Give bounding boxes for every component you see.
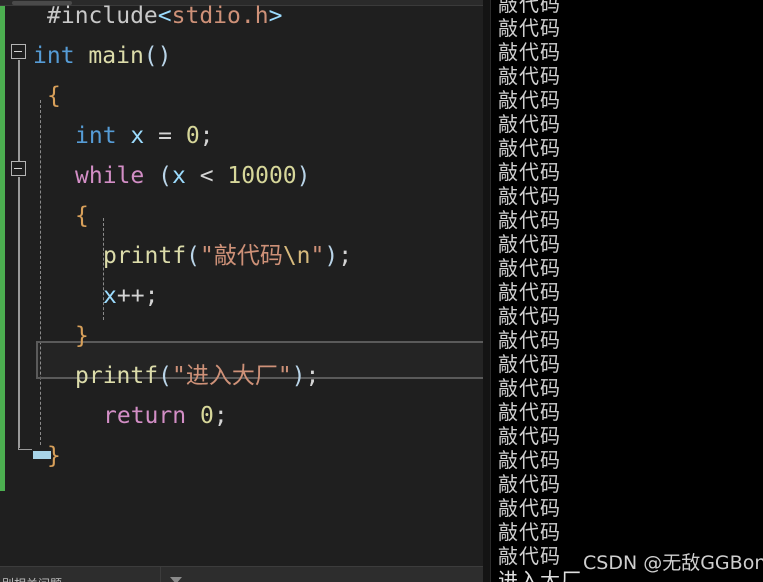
code-line[interactable]: int x = 0; — [0, 116, 483, 156]
code-token: 10000 — [227, 163, 297, 189]
code-line[interactable]: printf("进入大厂"); — [0, 356, 483, 396]
console-output-pane[interactable]: 敲代码 敲代码 敲代码 敲代码 敲代码 敲代码 敲代码 敲代码 敲代码 敲代码 敲代码 敲代码 敲代码敲… — [483, 0, 763, 582]
console-line: 敲代码 — [498, 352, 561, 376]
code-token: ++ — [116, 283, 145, 309]
code-line[interactable]: } — [0, 316, 483, 356]
code-line[interactable]: while (x < 10000) — [0, 156, 483, 196]
code-token: 0 — [199, 403, 214, 429]
code-token: ; — [144, 283, 159, 309]
code-token: } — [75, 323, 89, 349]
console-line: 敲代码 — [498, 256, 561, 280]
code-line[interactable]: int main() — [0, 36, 483, 76]
code-token: ) — [291, 363, 306, 389]
code-token: \n — [282, 243, 311, 269]
console-line: 敲代码 — [498, 136, 561, 160]
code-token: main — [88, 43, 144, 69]
code-token: ) — [296, 163, 311, 189]
editor-bottom-status-strip[interactable]: 别相关问题 — [0, 566, 483, 582]
code-token: " — [277, 363, 292, 389]
code-token: ( — [158, 363, 172, 389]
console-line: 敲代码 — [498, 64, 561, 88]
code-token: " — [199, 243, 214, 269]
console-line: 敲代码 — [498, 40, 561, 64]
code-line[interactable]: x++; — [0, 276, 483, 316]
code-token: < — [199, 163, 214, 189]
console-line: 敲代码 — [498, 280, 561, 304]
code-token: while — [75, 163, 145, 189]
console-line: 敲代码 — [498, 0, 561, 16]
code-editor-pane[interactable]: #include<stdio.h> int main(){int x = 0; wh… — [0, 0, 483, 582]
console-left-edge — [483, 0, 491, 582]
console-line: 敲代码 — [498, 184, 561, 208]
console-line: 敲代码 — [498, 88, 561, 112]
console-line-final: 进入大厂 — [498, 568, 582, 582]
code-token: ; — [213, 403, 228, 429]
code-token: < — [157, 3, 172, 29]
code-token: { — [47, 83, 61, 109]
console-output-text: 敲代码 敲代码 敲代码 敲代码 敲代码 敲代码 敲代码 敲代码 敲代码 敲代码 敲代码 敲代码 敲代码敲… — [498, 0, 582, 582]
code-token: > — [268, 3, 283, 29]
console-line: 敲代码 — [498, 496, 561, 520]
code-token: stdio.h — [171, 3, 269, 29]
code-token: " — [310, 243, 325, 269]
code-line[interactable]: } — [0, 436, 483, 476]
code-token: #include — [47, 3, 158, 29]
code-token: x — [103, 283, 117, 309]
console-line: 敲代码 — [498, 424, 561, 448]
console-line: 敲代码 — [498, 520, 561, 544]
console-line: 敲代码 — [498, 208, 561, 232]
code-token: printf — [75, 363, 159, 389]
status-strip-divider — [160, 567, 161, 582]
code-token: () — [143, 43, 172, 69]
console-line: 敲代码 — [498, 16, 561, 40]
code-line[interactable]: #include<stdio.h> — [0, 0, 483, 36]
code-token: { — [75, 203, 89, 229]
code-token: 进入大厂 — [185, 363, 278, 389]
code-token: ; — [338, 243, 353, 269]
code-line[interactable]: { — [0, 196, 483, 236]
console-line: 敲代码 — [498, 112, 561, 136]
code-line[interactable]: return 0; — [0, 396, 483, 436]
code-token: ( — [158, 163, 172, 189]
console-line: 敲代码 — [498, 544, 561, 568]
code-token: 敲代码 — [213, 243, 283, 269]
text-cursor-block — [33, 451, 51, 459]
code-token: ; — [199, 123, 214, 149]
console-line: 敲代码 — [498, 448, 561, 472]
console-line: 敲代码 — [498, 472, 561, 496]
console-line: 敲代码 — [498, 376, 561, 400]
csdn-watermark: CSDN @无敌GGBond — [583, 552, 763, 574]
code-token: ; — [305, 363, 320, 389]
code-token: int — [75, 123, 117, 149]
code-text-layer[interactable]: #include<stdio.h> int main(){int x = 0; wh… — [0, 0, 483, 582]
console-line: 敲代码 — [498, 232, 561, 256]
code-token: ( — [186, 243, 200, 269]
status-strip-label: 别相关问题 — [2, 575, 62, 582]
console-line: 敲代码 — [498, 400, 561, 424]
code-token: int — [33, 43, 75, 69]
code-token: x — [171, 163, 186, 189]
console-line: 敲代码 — [498, 328, 561, 352]
code-token: return — [103, 403, 187, 429]
screen-root: #include<stdio.h> int main(){int x = 0; wh… — [0, 0, 763, 582]
code-token: printf — [103, 243, 187, 269]
code-token: " — [171, 363, 186, 389]
console-line: 敲代码 — [498, 304, 561, 328]
code-token: = — [144, 123, 186, 149]
code-line[interactable]: printf("敲代码\n"); — [0, 236, 483, 276]
code-token: ) — [324, 243, 339, 269]
code-token: 0 — [185, 123, 200, 149]
code-token: x — [130, 123, 145, 149]
console-line: 敲代码 — [498, 160, 561, 184]
caret-up-icon[interactable] — [170, 577, 182, 582]
code-line[interactable]: { — [0, 76, 483, 116]
